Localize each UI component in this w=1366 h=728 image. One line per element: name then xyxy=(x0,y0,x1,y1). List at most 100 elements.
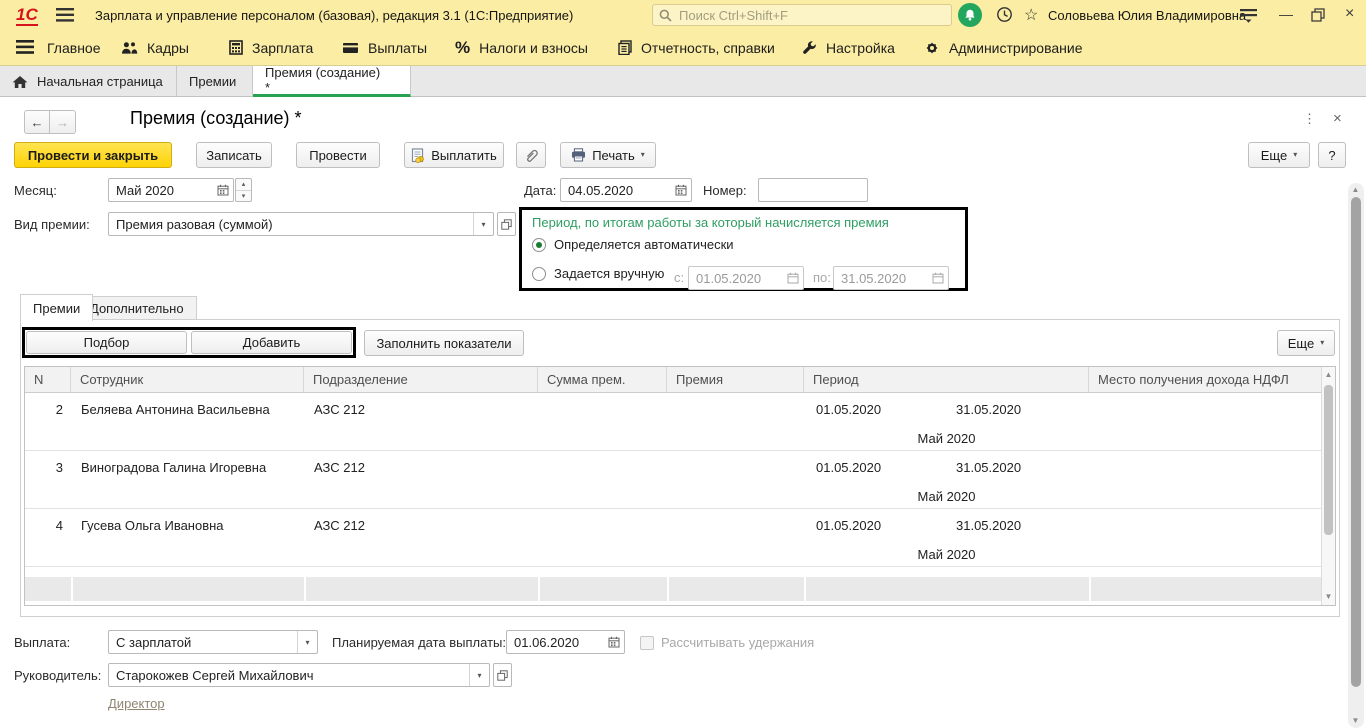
open-manager-button[interactable] xyxy=(493,663,512,687)
period-from-field[interactable]: 01.05.2020 xyxy=(688,266,804,290)
payout-field[interactable]: С зарплатой ▾ xyxy=(108,630,318,654)
sections-menu-icon[interactable] xyxy=(16,40,34,54)
scroll-up-icon[interactable]: ▲ xyxy=(1349,183,1362,197)
section-administrirovanie[interactable]: Администрирование xyxy=(924,30,1083,65)
favorites-star-icon[interactable]: ☆ xyxy=(1024,5,1038,25)
scrollbar-thumb[interactable] xyxy=(1324,385,1333,535)
discussions-bell-icon[interactable] xyxy=(958,3,982,27)
radio-off-icon[interactable] xyxy=(532,266,546,281)
scroll-down-icon[interactable]: ▼ xyxy=(1349,714,1362,728)
month-field[interactable]: Май 2020 xyxy=(108,178,234,202)
chevron-down-icon[interactable]: ▾ xyxy=(473,213,493,235)
section-nalogi[interactable]: % Налоги и взносы xyxy=(455,30,588,65)
period-month-cell: Май 2020 xyxy=(917,489,976,504)
open-bonus-kind-button[interactable] xyxy=(497,212,516,236)
nav-back-button[interactable]: ← xyxy=(24,110,51,134)
footer-cell xyxy=(1091,577,1321,601)
table-row[interactable]: 4 Гусева Ольга Ивановна АЗС 212 01.05.20… xyxy=(25,509,1321,567)
calendar-icon[interactable] xyxy=(783,267,803,289)
section-glavnoe[interactable]: Главное xyxy=(47,30,101,65)
period-month-cell: Май 2020 xyxy=(917,547,976,562)
button-label: Провести и закрыть xyxy=(27,147,159,163)
footer-cell xyxy=(806,577,1089,601)
pay-doc-icon xyxy=(411,147,425,163)
global-search[interactable] xyxy=(652,4,952,26)
chevron-down-icon: ▾ xyxy=(640,150,645,159)
spin-down-icon[interactable]: ▾ xyxy=(236,191,251,202)
bonus-kind-field[interactable]: Премия разовая (суммой) ▾ xyxy=(108,212,494,236)
section-nastroyka[interactable]: Настройка xyxy=(802,30,895,65)
radio-manual-option[interactable]: Задается вручную xyxy=(532,266,664,281)
col-header-n: N xyxy=(25,367,71,392)
calendar-icon[interactable] xyxy=(928,267,948,289)
restore-button[interactable] xyxy=(1311,8,1325,22)
tab-premii[interactable]: Премии xyxy=(177,66,253,97)
number-field[interactable] xyxy=(758,178,868,202)
calendar-icon[interactable] xyxy=(671,179,691,201)
radio-on-icon[interactable] xyxy=(532,237,546,252)
print-button[interactable]: Печать ▾ xyxy=(560,142,656,168)
calendar-icon[interactable] xyxy=(604,631,624,653)
employee-cell: Виноградова Галина Игоревна xyxy=(81,460,267,475)
period-to-field[interactable]: 31.05.2020 xyxy=(833,266,949,290)
open-window-icon xyxy=(501,218,512,230)
post-button[interactable]: Провести xyxy=(296,142,380,168)
period-from-cell: 01.05.2020 xyxy=(816,460,882,475)
checkbox-icon xyxy=(640,635,654,650)
month-label: Месяц: xyxy=(14,183,57,198)
scroll-down-icon[interactable]: ▼ xyxy=(1322,590,1335,604)
nav-forward-button[interactable]: → xyxy=(50,110,76,134)
window-scrollbar[interactable]: ▲ ▼ xyxy=(1348,183,1364,728)
chevron-down-icon[interactable]: ▾ xyxy=(469,664,489,686)
attachments-button[interactable] xyxy=(516,142,546,168)
minimize-button[interactable]: — xyxy=(1279,6,1293,22)
manager-field[interactable]: Старокожев Сергей Михайлович ▾ xyxy=(108,663,490,687)
service-menu-icon[interactable] xyxy=(1240,8,1257,23)
chevron-down-icon[interactable]: ▾ xyxy=(297,631,317,653)
fill-indicators-button[interactable]: Заполнить показатели xyxy=(364,330,524,356)
period-to-value: 31.05.2020 xyxy=(841,270,907,286)
date-field[interactable]: 04.05.2020 xyxy=(560,178,692,202)
scroll-up-icon[interactable]: ▲ xyxy=(1322,368,1335,382)
section-vyplaty[interactable]: Выплаты xyxy=(342,30,427,65)
tab-home[interactable]: Начальная страница xyxy=(0,66,177,97)
form-more-button[interactable]: Еще ▾ xyxy=(1248,142,1310,168)
section-otchetnost[interactable]: Отчетность, справки xyxy=(618,30,775,65)
form-more-dots-icon[interactable]: ⋮ xyxy=(1303,111,1317,127)
date-label: Дата: xyxy=(524,183,557,198)
section-label: Настройка xyxy=(826,39,895,56)
post-and-close-button[interactable]: Провести и закрыть xyxy=(14,142,172,168)
search-input[interactable] xyxy=(677,6,945,24)
month-stepper[interactable]: ▴ ▾ xyxy=(235,178,252,202)
pick-button[interactable]: Подбор xyxy=(26,331,187,354)
table-scrollbar[interactable]: ▲ ▼ xyxy=(1321,367,1335,605)
checkbox-label: Рассчитывать удержания xyxy=(661,635,815,650)
table-row[interactable]: 2 Беляева Антонина Васильевна АЗС 212 01… xyxy=(25,393,1321,451)
table-row[interactable]: 3 Виноградова Галина Игоревна АЗС 212 01… xyxy=(25,451,1321,509)
planned-date-field[interactable]: 01.06.2020 xyxy=(506,630,625,654)
save-button[interactable]: Записать xyxy=(196,142,272,168)
button-label: ? xyxy=(1328,147,1336,163)
calendar-icon[interactable] xyxy=(213,179,233,201)
spin-up-icon[interactable]: ▴ xyxy=(236,179,251,191)
footer-cell xyxy=(306,577,538,601)
tab-premii-page[interactable]: Премии xyxy=(20,294,94,321)
table-more-button[interactable]: Еще ▾ xyxy=(1277,330,1335,356)
manager-position-link[interactable]: Директор xyxy=(108,696,165,711)
tab-premiya-sozdanie[interactable]: Премия (создание) * xyxy=(253,65,411,97)
section-zarplata[interactable]: Зарплата xyxy=(229,30,313,65)
footer-cell xyxy=(669,577,804,601)
tab-dopolnitelno[interactable]: Дополнительно xyxy=(77,296,197,321)
pay-button[interactable]: Выплатить xyxy=(404,142,504,168)
current-user: Соловьева Юлия Владимировна xyxy=(1048,8,1247,23)
radio-auto-option[interactable]: Определяется автоматически xyxy=(532,237,734,252)
section-kadry[interactable]: Кадры xyxy=(121,30,189,65)
form-close-icon[interactable]: × xyxy=(1333,110,1342,127)
scrollbar-thumb[interactable] xyxy=(1351,197,1361,687)
title-bar: 1С Зарплата и управление персоналом (баз… xyxy=(0,0,1366,30)
close-window-button[interactable]: × xyxy=(1345,5,1354,23)
main-menu-icon[interactable] xyxy=(56,8,74,22)
add-button[interactable]: Добавить xyxy=(191,331,352,354)
history-icon[interactable] xyxy=(996,6,1013,23)
help-button[interactable]: ? xyxy=(1318,142,1346,168)
